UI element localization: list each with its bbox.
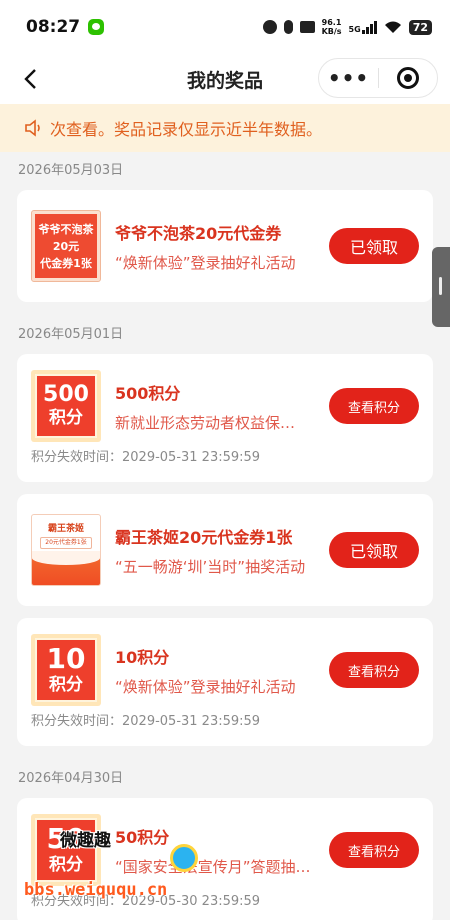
- prize-activity: 新就业形态劳动者权益保…: [115, 413, 296, 432]
- thumb-points-number: 500: [43, 382, 89, 407]
- speaker-icon: [25, 119, 40, 137]
- prize-activity: “焕新体验”登录抽好礼活动: [115, 253, 296, 272]
- net-speed-unit: KB/s: [321, 27, 342, 36]
- wechat-notification-icon: [88, 19, 105, 35]
- prize-title: 霸王茶姬20元代金券1张: [115, 527, 293, 547]
- tea-voucher-thumbnail: 霸王茶姬 20元代金券1张: [31, 514, 101, 586]
- prize-card: 50 积分 50积分 “国家安全法宣传月”答题抽… 查看积分 积分失效时间：20…: [17, 798, 433, 920]
- prize-card: 爷爷不泡茶 20元 代金券1张 爷爷不泡茶20元代金券 “焕新体验”登录抽好礼活…: [17, 190, 433, 302]
- network-type: 5G: [348, 24, 361, 34]
- alarm-icon: [262, 20, 277, 34]
- prize-activity: “国家安全法宣传月”答题抽…: [115, 857, 311, 876]
- prize-card: 霸王茶姬 20元代金券1张 霸王茶姬20元代金券1张 “五一畅游‘圳’当时”抽奖…: [17, 494, 433, 606]
- thumb-points-unit: 积分: [49, 675, 83, 695]
- view-points-button[interactable]: 查看积分: [329, 388, 419, 424]
- prize-title: 50积分: [115, 827, 170, 847]
- watermark-url: bbs.weiququ.cn: [24, 880, 168, 900]
- status-bar: 08:27 96.1 KB/s 5G 72: [0, 0, 450, 54]
- nav-bar: 我的奖品 •••: [0, 54, 450, 104]
- thumb-voucher-text: 20元代金券1张: [40, 537, 92, 549]
- points-thumbnail: 10 积分: [31, 634, 101, 706]
- net-speed: 96.1 KB/s: [322, 18, 342, 36]
- close-miniprogram-button[interactable]: [379, 67, 437, 89]
- claimed-button[interactable]: 已领取: [329, 228, 419, 264]
- more-button[interactable]: •••: [319, 66, 378, 90]
- points-expiry: 积分失效时间：2029-05-31 23:59:59: [31, 714, 261, 729]
- voucher-thumbnail: 爷爷不泡茶 20元 代金券1张: [31, 210, 101, 282]
- thumb-line: 爷爷不泡茶: [38, 222, 94, 236]
- envelope-flap: [32, 551, 100, 565]
- watermark: 微趣趣 bbs.weiququ.cn: [24, 831, 198, 900]
- prize-activity: “五一畅游‘圳’当时”抽奖活动: [115, 557, 306, 576]
- thumb-line: 20元: [52, 239, 80, 253]
- thumb-points-unit: 积分: [49, 855, 83, 875]
- miniprogram-capsule: •••: [318, 58, 438, 98]
- claimed-button[interactable]: 已领取: [329, 532, 419, 568]
- camera-icon: [299, 21, 315, 33]
- status-icons: 96.1 KB/s 5G 72: [262, 18, 432, 36]
- prize-title: 10积分: [115, 647, 170, 667]
- points-thumbnail: 500 积分: [31, 370, 101, 442]
- date-header: 2026年05月03日: [18, 163, 124, 178]
- net-speed-value: 96.1: [321, 18, 342, 27]
- points-expiry: 积分失效时间：2029-05-31 23:59:59: [31, 450, 261, 465]
- close-circle-icon: [396, 67, 419, 89]
- wifi-icon: [384, 21, 401, 33]
- view-points-button[interactable]: 查看积分: [329, 652, 419, 688]
- prize-title: 500积分: [115, 383, 181, 403]
- notice-bar: 次查看。奖品记录仅显示近半年数据。: [0, 104, 450, 152]
- notice-text: 次查看。奖品记录仅显示近半年数据。: [50, 120, 323, 139]
- thumb-points-number: 10: [46, 642, 86, 675]
- microphone-icon: [283, 20, 293, 34]
- signal-bars-icon: [361, 20, 377, 34]
- thumb-line: 代金券1张: [40, 256, 92, 270]
- date-header: 2026年04月30日: [18, 771, 124, 786]
- side-drawer-handle[interactable]: [432, 247, 450, 327]
- battery-icon: 72: [408, 19, 432, 35]
- watermark-logo-icon: [170, 844, 198, 872]
- watermark-name: 微趣趣: [60, 831, 111, 851]
- view-points-button[interactable]: 查看积分: [329, 832, 419, 868]
- status-time: 08:27: [26, 17, 81, 37]
- prize-card: 10 积分 10积分 “焕新体验”登录抽好礼活动 查看积分 积分失效时间：202…: [17, 618, 433, 746]
- prize-title: 爷爷不泡茶20元代金券: [115, 223, 282, 243]
- date-header: 2026年05月01日: [18, 327, 124, 342]
- prize-card: 500 积分 500积分 新就业形态劳动者权益保… 查看积分 积分失效时间：20…: [17, 354, 433, 482]
- back-button[interactable]: [10, 59, 50, 99]
- thumb-brand: 霸王茶姬: [47, 524, 84, 534]
- chevron-left-icon: [24, 69, 36, 89]
- cellular-signal: 5G: [348, 20, 377, 34]
- prize-activity: “焕新体验”登录抽好礼活动: [115, 677, 296, 696]
- thumb-points-unit: 积分: [49, 408, 83, 428]
